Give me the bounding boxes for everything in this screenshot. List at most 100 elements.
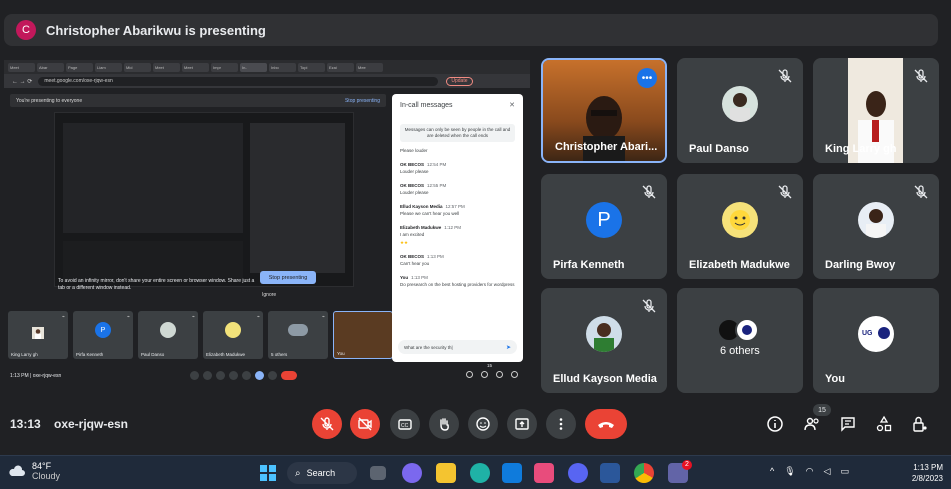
windows-taskbar: 84°F Cloudy ⌕ Search 2 ^ 🎙 ◠ ◁ ▭ 1:13 PM… <box>0 455 951 489</box>
wifi-icon[interactable]: ◠ <box>806 466 814 477</box>
participant-name: Ellud Kayson Media <box>553 373 657 385</box>
cloud-icon <box>9 465 25 476</box>
taskbar-search[interactable]: ⌕ Search <box>287 462 357 484</box>
teams-icon[interactable]: 2 <box>668 460 692 483</box>
participant-name: Paul Danso <box>689 143 749 155</box>
shared-stop-presenting-button: Stop presenting <box>260 271 316 284</box>
activities-button[interactable] <box>874 414 894 434</box>
discord-icon[interactable] <box>568 463 588 483</box>
participant-avatar <box>858 202 894 239</box>
meeting-code: oxe-rjqw-esn <box>54 417 129 431</box>
browser-tab: Meet <box>153 62 180 72</box>
participant-tile[interactable]: Paul Danso <box>677 58 803 163</box>
battery-icon[interactable]: ▭ <box>840 466 849 477</box>
more-options-icon[interactable]: ••• <box>637 68 657 88</box>
camera-toggle-button[interactable] <box>350 409 380 439</box>
chat-sender: OK BECOS <box>400 183 425 188</box>
mirror-pane <box>250 123 345 273</box>
browser-address-bar: ← → ⟳ meet.google.com/oxe-rjqw-esn Updat… <box>4 74 530 88</box>
mic-icon[interactable]: 🎙 <box>784 466 795 477</box>
chat-sender: You <box>400 275 409 280</box>
weather-desc: Cloudy <box>32 471 61 481</box>
browser-tab: Meet <box>182 62 209 72</box>
shared-ignore-link: Ignore <box>262 292 277 298</box>
chat-time: 12:54 PM <box>427 162 447 167</box>
edge-icon[interactable] <box>470 463 490 483</box>
participant-tile-group[interactable]: 6 others <box>677 288 803 393</box>
shared-emoji-icon <box>242 371 251 380</box>
mic-off-icon <box>914 185 928 199</box>
shared-cam-icon <box>203 371 212 380</box>
shared-participant-badge: 15 <box>486 363 492 368</box>
participant-tile-self[interactable]: UG You <box>813 288 939 393</box>
update-chip: Update <box>446 76 473 86</box>
weather-widget[interactable]: 84°F Cloudy <box>8 461 60 481</box>
mic-off-icon: ⌁ <box>256 314 260 320</box>
chat-message: Please louder <box>400 148 515 154</box>
presenting-banner: C Christopher Abarikwu is presenting <box>4 14 938 46</box>
chevron-up-icon[interactable]: ^ <box>770 466 774 477</box>
volume-icon[interactable]: ◁ <box>824 466 831 477</box>
meet-window: C Christopher Abarikwu is presenting Mee… <box>0 0 951 489</box>
letter-avatar: P <box>586 202 622 239</box>
mic-off-icon <box>642 299 656 313</box>
mic-toggle-button[interactable] <box>312 409 342 439</box>
shared-controls <box>190 371 297 380</box>
chat-message-body: Please louder <box>400 148 428 153</box>
shared-tile: ⌁ Elizabeth Madukwe <box>203 311 263 359</box>
taskbar-clock[interactable]: 1:13 PM 2/8/2023 <box>912 462 943 484</box>
reactions-button[interactable] <box>468 409 498 439</box>
shared-screen[interactable]: Meet Abar Page Liam Mid Meet Meet Impr I… <box>4 60 530 385</box>
raise-hand-button[interactable] <box>429 409 459 439</box>
mirror-pane <box>63 241 243 281</box>
shared-info-icon <box>466 371 473 378</box>
meeting-details-button[interactable] <box>765 414 785 434</box>
word-icon[interactable] <box>600 463 620 483</box>
mic-off-icon <box>914 69 928 83</box>
snipping-tool-icon[interactable] <box>534 463 554 483</box>
chat-button[interactable] <box>838 414 858 434</box>
shared-tile: P ⌁ Pirfa Kenneth <box>73 311 133 359</box>
shared-hand-icon <box>229 371 238 380</box>
participant-tile[interactable]: ••• Christopher Abari... <box>541 58 667 163</box>
emoji-icon <box>476 417 490 431</box>
search-label: Search <box>306 468 336 478</box>
people-button[interactable] <box>802 414 822 434</box>
start-button[interactable] <box>258 463 278 483</box>
task-view-icon[interactable] <box>370 466 386 480</box>
chat-sender: Ellud Kayson Media <box>400 204 443 209</box>
present-now-button[interactable] <box>507 409 537 439</box>
participant-tile[interactable]: Darling Bwoy <box>813 174 939 279</box>
meeting-time: 13:13 <box>10 417 41 431</box>
captions-button[interactable]: CC <box>390 409 420 439</box>
participant-name: King Larry gh <box>825 143 897 155</box>
chrome-icon[interactable] <box>634 463 654 483</box>
participant-name: 6 others <box>720 345 760 357</box>
more-options-button[interactable] <box>546 409 576 439</box>
shared-tile-label: Paul Danso <box>141 352 165 357</box>
browser-tab: Meet <box>8 62 35 72</box>
chat-time: 1:13 PM <box>427 254 444 259</box>
taskbar-time: 1:13 PM <box>913 463 943 472</box>
chat-message: OK BECOS 12:55 PM Louder please <box>400 183 515 196</box>
participant-tile[interactable]: Ellud Kayson Media <box>541 288 667 393</box>
shared-chat-icon <box>496 371 503 378</box>
host-controls-button[interactable] <box>910 414 930 434</box>
chat-sender: Elizabeth Madukwe <box>400 225 442 230</box>
chat-message-body: Can't hear you <box>400 261 430 266</box>
participant-tile[interactable]: King Larry gh <box>813 58 939 163</box>
browser-tab: Ezai <box>327 62 354 72</box>
close-icon: ✕ <box>509 102 515 109</box>
shared-tile-label: King Larry gh <box>11 352 38 357</box>
participant-tile[interactable]: Elizabeth Madukwe <box>677 174 803 279</box>
store-icon[interactable] <box>502 463 522 483</box>
infinity-mirror <box>54 112 354 287</box>
file-explorer-icon[interactable] <box>436 463 456 483</box>
chat-app-icon[interactable] <box>402 463 422 483</box>
windows-logo-icon <box>260 465 276 481</box>
chat-time: 12:55 PM <box>427 183 447 188</box>
leave-call-button[interactable] <box>585 409 627 439</box>
browser-tab: Liam <box>95 62 122 72</box>
activities-icon <box>876 415 892 432</box>
participant-tile[interactable]: P Pirfa Kenneth <box>541 174 667 279</box>
